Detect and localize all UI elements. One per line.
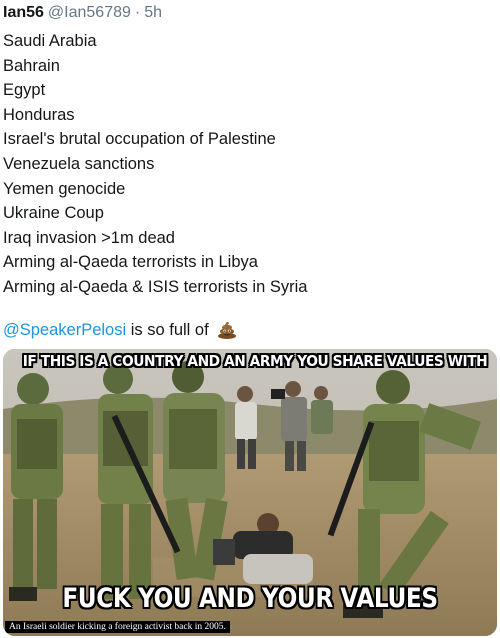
- mention-link[interactable]: @SpeakerPelosi: [3, 321, 126, 339]
- tweet-image[interactable]: IF THIS IS A COUNTRY AND AN ARMY YOU SHA…: [3, 349, 497, 636]
- tweet-line: Yemen genocide: [3, 179, 126, 198]
- tweet-line: Ukraine Coup: [3, 204, 104, 223]
- tweet-line: Egypt: [3, 81, 46, 100]
- tweet-header: Ian56 @Ian56789 · 5h: [3, 2, 162, 24]
- display-name[interactable]: Ian56: [3, 4, 44, 21]
- meme-top-text: IF THIS IS A COUNTRY AND AN ARMY YOU SHA…: [22, 352, 488, 370]
- mention-suffix: is so full of: [130, 321, 209, 339]
- tweet-line: Venezuela sanctions: [3, 154, 155, 173]
- tweet: Ian56 @Ian56789 · 5h Saudi Arabia Bahrain E…: [0, 0, 500, 638]
- tweet-line: Iraq invasion >1m dead: [3, 228, 175, 247]
- poop-emoji-icon: [217, 319, 237, 346]
- tweet-line: Saudi Arabia: [3, 32, 97, 50]
- tweet-timestamp[interactable]: 5h: [144, 4, 162, 21]
- meme-bottom-text: FUCK YOU AND YOUR VALUES: [62, 583, 438, 614]
- tweet-line: Arming al-Qaeda terrorists in Libya: [3, 253, 258, 272]
- user-handle[interactable]: @Ian56789: [48, 4, 131, 21]
- tweet-line: Israel's brutal occupation of Palestine: [3, 130, 276, 149]
- tweet-line: Honduras: [3, 105, 75, 124]
- photo-caption: An Israeli soldier kicking a foreign act…: [5, 621, 230, 633]
- tweet-text: Saudi Arabia Bahrain Egypt Honduras Isra…: [3, 29, 493, 300]
- tweet-line: Bahrain: [3, 56, 60, 75]
- tweet-line: Arming al-Qaeda & ISIS terrorists in Syr…: [3, 277, 308, 296]
- mention-line: @SpeakerPelosi is so full of: [3, 318, 237, 346]
- separator-dot: ·: [134, 4, 141, 21]
